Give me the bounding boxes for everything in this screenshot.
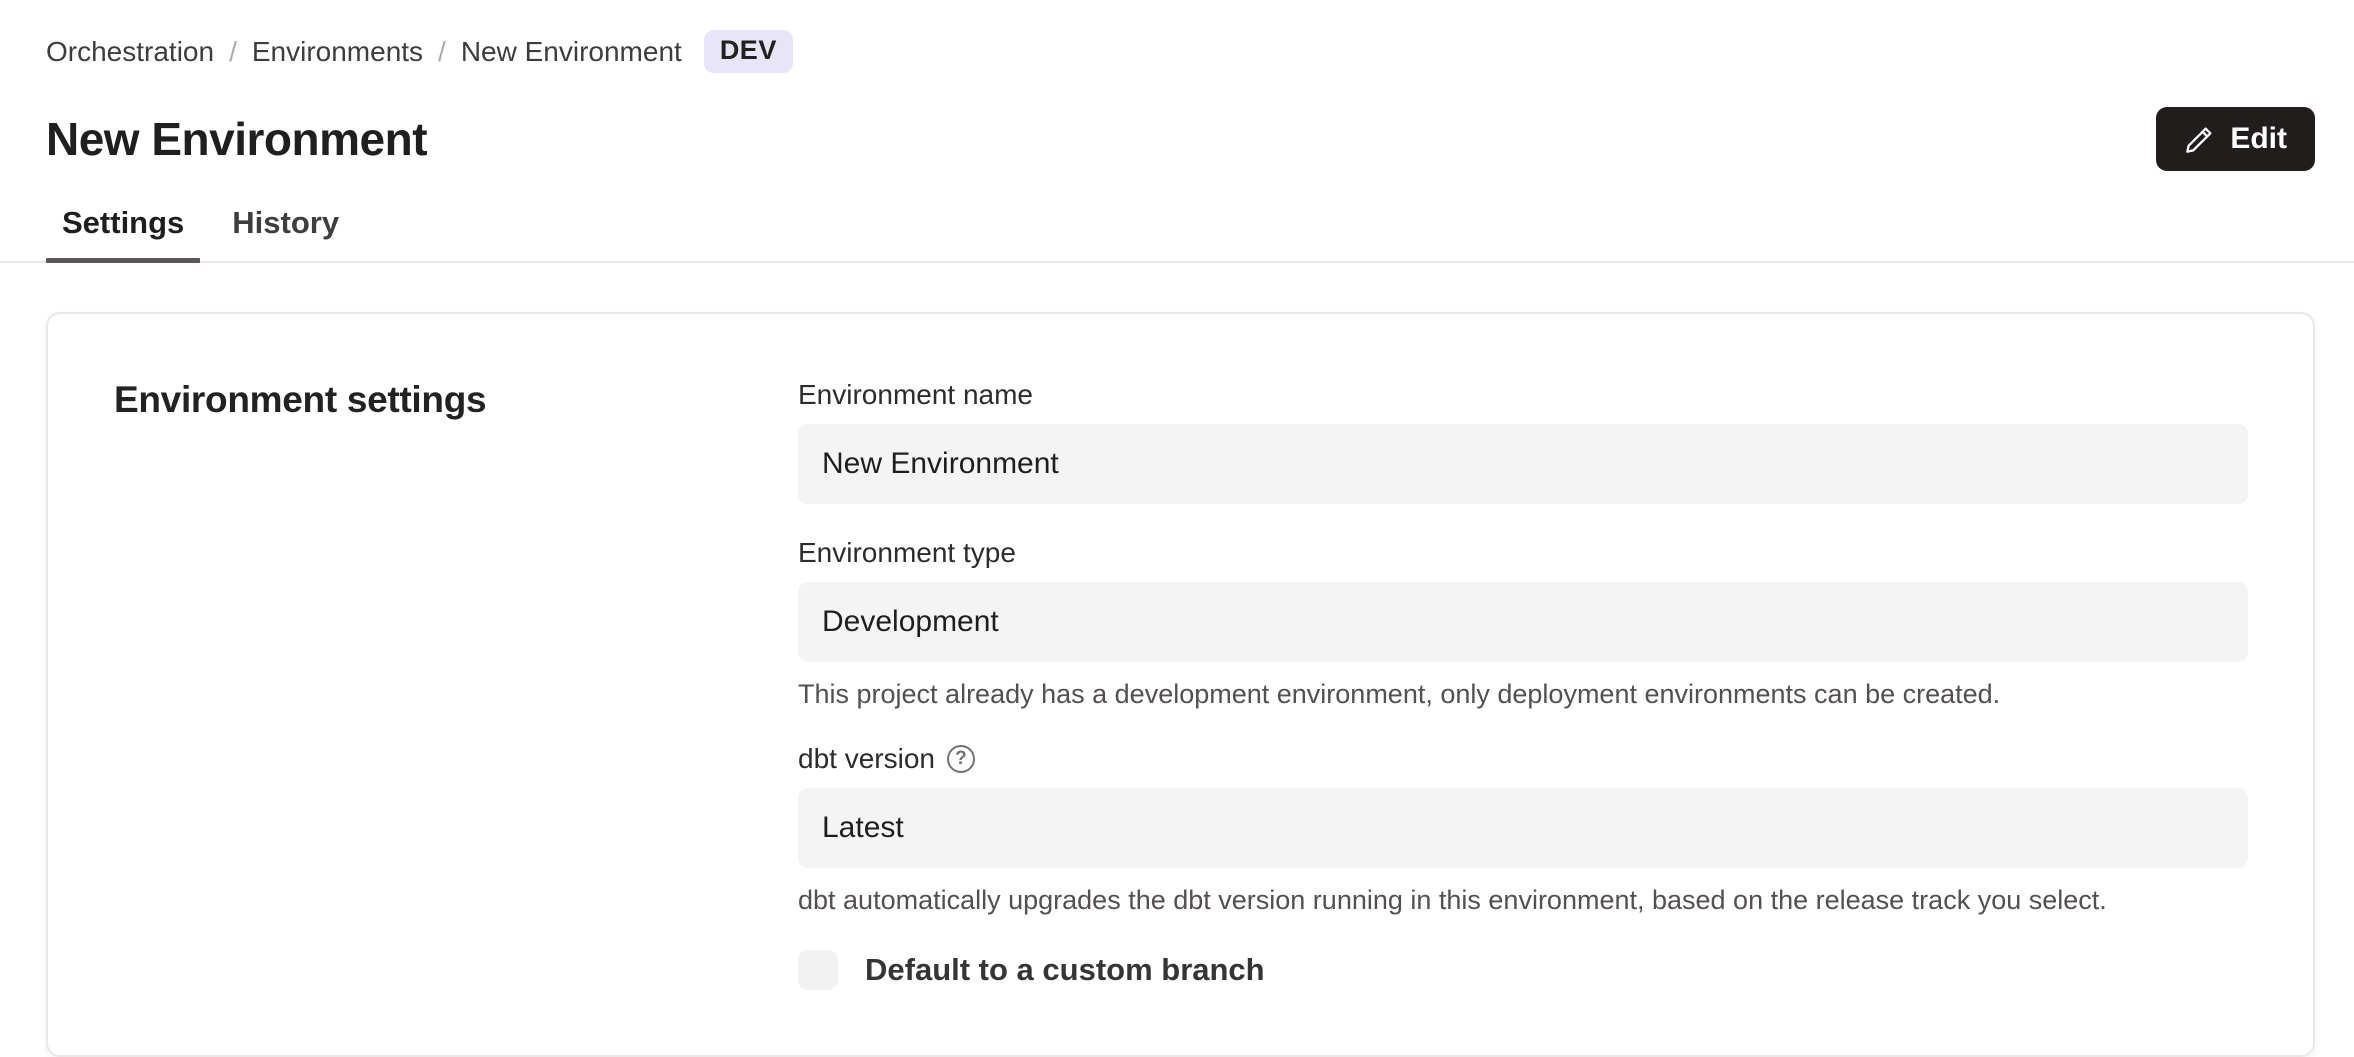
environment-dev-badge: DEV — [704, 30, 793, 73]
environment-name-input — [798, 424, 2248, 504]
custom-branch-label: Default to a custom branch — [865, 952, 1265, 988]
environment-name-label: Environment name — [798, 380, 2248, 411]
environment-type-helper-text: This project already has a development e… — [798, 678, 2248, 710]
dbt-version-field: dbt version ? dbt automatically upgrades… — [798, 744, 2248, 916]
breadcrumb-orchestration[interactable]: Orchestration — [46, 36, 214, 68]
environment-type-field: Environment type This project already ha… — [798, 538, 2248, 710]
environment-settings-form: Environment name Environment type This p… — [798, 380, 2248, 990]
breadcrumb-environments[interactable]: Environments — [252, 36, 423, 68]
breadcrumb-separator: / — [438, 36, 446, 68]
page-title: New Environment — [46, 112, 427, 166]
tab-history[interactable]: History — [216, 181, 355, 261]
environment-type-label: Environment type — [798, 538, 2248, 569]
custom-branch-checkbox — [798, 950, 838, 990]
dbt-version-label-row: dbt version ? — [798, 744, 2248, 775]
breadcrumb-current-page: New Environment — [461, 36, 682, 68]
edit-button-label: Edit — [2230, 122, 2287, 156]
card-heading: Environment settings — [114, 380, 486, 990]
environment-name-field: Environment name — [798, 380, 2248, 504]
dbt-version-input — [798, 788, 2248, 868]
title-row: New Environment Edit — [46, 107, 2315, 171]
dbt-version-label: dbt version — [798, 744, 935, 775]
tab-bar: Settings History — [0, 181, 2354, 263]
help-icon[interactable]: ? — [947, 745, 975, 773]
pencil-icon — [2184, 124, 2215, 155]
breadcrumb-separator: / — [229, 36, 237, 68]
settings-content: Environment settings Environment name En… — [0, 312, 2354, 1057]
breadcrumb: Orchestration / Environments / New Envir… — [46, 0, 2315, 73]
environment-type-input — [798, 582, 2248, 662]
custom-branch-row: Default to a custom branch — [798, 950, 2248, 990]
dbt-version-helper-text: dbt automatically upgrades the dbt versi… — [798, 884, 2248, 916]
edit-button[interactable]: Edit — [2156, 107, 2315, 171]
environment-settings-card: Environment settings Environment name En… — [46, 312, 2315, 1057]
tab-settings[interactable]: Settings — [46, 181, 200, 261]
page-header-section: Orchestration / Environments / New Envir… — [0, 0, 2354, 171]
